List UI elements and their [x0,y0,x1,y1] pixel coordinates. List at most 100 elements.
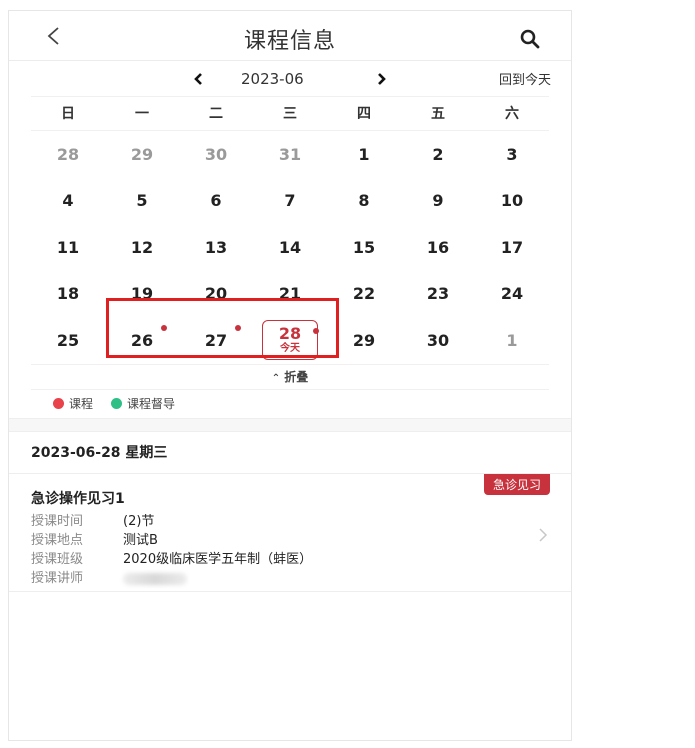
event-dot-icon [161,325,167,331]
day-number: 9 [432,191,444,211]
page-title: 课程信息 [243,29,336,54]
course-type-badge: 急诊见习 [483,473,550,495]
calendar-week-row: 28 29 30 31 1 2 3 [31,131,549,178]
month-navigation: 2023-06 回到今天 [31,61,551,97]
day-number: 17 [500,237,524,257]
calendar-day[interactable]: 4 [31,178,105,225]
day-number: 6 [210,191,222,211]
redacted-teacher-name [123,572,187,585]
calendar-day[interactable]: 15 [327,224,401,271]
calendar-day[interactable]: 10 [475,178,549,225]
weekday-label: 六 [505,106,519,122]
calendar-day[interactable]: 24 [475,271,549,318]
calendar-week-row: 11 12 13 14 15 16 17 [31,224,549,271]
calendar-day[interactable]: 19 [105,271,179,318]
day-number: 13 [204,237,228,257]
course-class-row: 授课班级 2020级临床医学五年制（蚌医） [31,550,549,569]
day-number: 19 [130,284,154,304]
day-number: 18 [56,284,80,304]
course-teacher-row: 授课讲师 [31,569,549,588]
today-box: 28 今天 [262,320,318,361]
back-to-today-button[interactable]: 回到今天 [499,69,551,88]
prev-month-chevron-icon[interactable] [191,71,205,87]
day-number: 5 [136,191,148,211]
calendar-day[interactable]: 7 [253,178,327,225]
calendar-day[interactable]: 29 [327,317,401,364]
chevron-right-icon [539,527,548,542]
calendar-day[interactable]: 27 [179,317,253,364]
day-number: 29 [352,330,376,350]
course-class-label: 授课班级 [31,551,84,567]
calendar-week-row: 4 5 6 7 8 9 10 [31,178,549,225]
calendar-legend: 课程 课程督导 [31,390,549,418]
day-number: 28 [56,144,80,164]
day-number: 26 [130,330,154,350]
calendar-day[interactable]: 14 [253,224,327,271]
calendar-day[interactable]: 29 [105,131,179,178]
calendar-day-today[interactable]: 28 今天 [253,317,327,364]
calendar-day[interactable]: 26 [105,317,179,364]
day-number: 12 [130,237,154,257]
calendar-day[interactable]: 20 [179,271,253,318]
day-number: 30 [204,144,228,164]
calendar-day[interactable]: 6 [179,178,253,225]
day-number: 28 [278,324,302,344]
calendar-day[interactable]: 25 [31,317,105,364]
weekday-label: 二 [209,106,223,122]
calendar-day[interactable]: 16 [401,224,475,271]
calendar-day[interactable]: 23 [401,271,475,318]
section-divider [9,417,571,432]
search-icon[interactable] [519,28,541,50]
calendar-day[interactable]: 12 [105,224,179,271]
day-number: 23 [426,284,450,304]
calendar-day[interactable]: 17 [475,224,549,271]
calendar-day[interactable]: 3 [475,131,549,178]
current-month: 2023-06 [241,70,304,88]
course-time-value: (2)节 [123,513,155,529]
legend-item: 课程 [53,395,93,412]
calendar-day[interactable]: 31 [253,131,327,178]
day-number: 29 [130,144,154,164]
legend-dot-icon [111,398,123,409]
course-teacher-label: 授课讲师 [31,570,84,586]
today-label: 今天 [280,343,300,355]
calendar-day[interactable]: 13 [179,224,253,271]
collapse-label: 折叠 [284,369,309,384]
calendar-day[interactable]: 9 [401,178,475,225]
calendar-day[interactable]: 11 [31,224,105,271]
calendar-day[interactable]: 1 [327,131,401,178]
legend-dot-icon [53,398,64,409]
calendar-day[interactable]: 21 [253,271,327,318]
day-number: 30 [426,330,450,350]
next-month-chevron-icon[interactable] [375,71,389,87]
day-number: 14 [278,237,302,257]
weekday-label: 日 [61,106,75,122]
calendar-day[interactable]: 22 [327,271,401,318]
calendar-day[interactable]: 18 [31,271,105,318]
calendar-day[interactable]: 30 [179,131,253,178]
event-dot-icon [235,325,241,331]
calendar-day[interactable]: 2 [401,131,475,178]
legend-item: 课程督导 [111,395,175,412]
calendar-day[interactable]: 30 [401,317,475,364]
calendar-day[interactable]: 1 [475,317,549,364]
day-number: 21 [278,284,302,304]
collapse-button[interactable]: ⌃ 折叠 [31,363,549,390]
day-number: 25 [56,330,80,350]
course-time-label: 授课时间 [31,513,84,529]
legend-label: 课程督导 [127,397,176,411]
course-card[interactable]: 急诊见习 急诊操作见习1 授课时间 (2)节 授课地点 测试B 授课班级 202… [9,473,571,592]
day-number: 20 [204,284,228,304]
app-header: 课程信息 [9,11,571,61]
event-dot-icon [313,328,319,334]
course-name: 急诊操作见习1 [31,490,125,507]
calendar-day[interactable]: 5 [105,178,179,225]
calendar-day[interactable]: 28 [31,131,105,178]
calendar-grid: 28 29 30 31 1 2 3 4 5 6 7 8 9 10 11 12 13 14 15 16 17 18 19 20 2… [31,131,549,364]
course-class-value: 2020级临床医学五年制（蚌医） [123,551,313,567]
calendar-day[interactable]: 8 [327,178,401,225]
calendar-week-row: 18 19 20 21 22 23 24 [31,271,549,318]
day-number: 27 [204,330,228,350]
day-number: 4 [62,191,74,211]
day-number: 1 [506,330,518,350]
